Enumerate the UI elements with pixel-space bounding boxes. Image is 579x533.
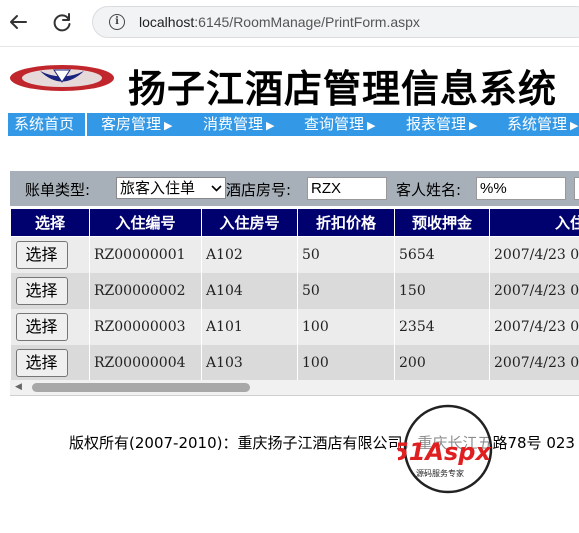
room-cell: A102 [201, 236, 298, 273]
select-cell: 选择 [10, 273, 90, 309]
column-header-discount-price: 折扣价格 [297, 208, 395, 237]
back-arrow-icon[interactable] [4, 8, 32, 36]
checkin-table: 选择 入住编号 入住房号 折扣价格 预收押金 入住 选择 RZ00000001 … [10, 208, 579, 380]
menu-home[interactable]: 系统首页 [14, 113, 74, 136]
discount-price-cell: 100 [297, 309, 395, 345]
menu-report[interactable]: 报表管理 ▶ [406, 113, 477, 136]
menu-arrow-icon: ▶ [164, 119, 173, 132]
table-row: 选择 RZ00000002 A104 50 150 2007/4/23 0 [10, 273, 579, 309]
discount-price-cell: 50 [297, 273, 395, 309]
deposit-cell: 200 [394, 345, 490, 380]
address-bar[interactable]: i localhost:6145/RoomManage/PrintForm.as… [92, 6, 579, 38]
watermark-brand: 51Aspx [398, 438, 492, 466]
checkin-id-cell: RZ00000004 [89, 345, 202, 380]
bill-type-label: 账单类型: [25, 181, 91, 199]
checkin-id-cell: RZ00000002 [89, 273, 202, 309]
watermark-tagline: 源码服务专家 [416, 468, 464, 478]
main-menu: 系统首页 客房管理 ▶ 消费管理 ▶ 查询管理 ▶ 报表管理 ▶ 系统管理 ▶ [8, 113, 579, 136]
chevron-down-icon [211, 178, 222, 205]
horizontal-scrollbar[interactable]: ◀ [10, 380, 579, 395]
scrollbar-thumb[interactable] [32, 383, 250, 392]
checkin-time-cell: 2007/4/23 0 [489, 345, 579, 380]
copyright-footer: 版权所有(2007-2010)：重庆扬子江酒店有限公司，重庆长江五路78号 02… [69, 434, 575, 452]
menu-query[interactable]: 查询管理 ▶ [304, 113, 375, 136]
watermark-logo: 51Aspx 源码服务专家 [392, 404, 498, 494]
bill-type-value: 旅客入住单 [120, 179, 196, 197]
column-header-checkin-id: 入住编号 [89, 208, 202, 237]
checkin-id-cell: RZ00000003 [89, 309, 202, 345]
menu-arrow-icon: ▶ [570, 119, 579, 132]
discount-price-cell: 100 [297, 345, 395, 380]
site-title: 扬子江酒店管理信息系统 [128, 67, 558, 111]
search-panel: 账单类型: 旅客入住单 酒店房号: RZX 客人姓名: %% [10, 171, 579, 206]
select-cell: 选择 [10, 236, 90, 273]
table-row: 选择 RZ00000001 A102 50 5654 2007/4/23 0 [10, 236, 579, 273]
guest-name-input[interactable]: %% [476, 177, 566, 200]
room-number-input[interactable]: RZX [307, 177, 387, 200]
checkin-time-cell: 2007/4/23 0 [489, 273, 579, 309]
select-cell: 选择 [10, 345, 90, 380]
checkin-time-cell: 2007/4/23 0 [489, 309, 579, 345]
menu-arrow-icon: ▶ [367, 119, 376, 132]
menu-arrow-icon: ▶ [266, 119, 275, 132]
menu-room[interactable]: 客房管理 ▶ [101, 113, 172, 136]
select-button[interactable]: 选择 [15, 277, 68, 305]
url-text[interactable]: localhost:6145/RoomManage/PrintForm.aspx [139, 14, 420, 30]
hotel-logo [10, 62, 120, 94]
column-header-select: 选择 [10, 208, 90, 237]
room-cell: A103 [201, 345, 298, 380]
menu-arrow-icon: ▶ [469, 119, 478, 132]
next-search-field[interactable] [574, 177, 579, 200]
divider [10, 395, 579, 396]
menu-divider [85, 113, 87, 136]
menu-system[interactable]: 系统管理 ▶ [507, 113, 578, 136]
table-row: 选择 RZ00000004 A103 100 200 2007/4/23 0 [10, 345, 579, 380]
deposit-cell: 2354 [394, 309, 490, 345]
discount-price-cell: 50 [297, 236, 395, 273]
select-cell: 选择 [10, 309, 90, 345]
reload-icon[interactable] [48, 8, 76, 36]
room-number-label: 酒店房号: [226, 181, 292, 199]
room-cell: A101 [201, 309, 298, 345]
table-header-row: 选择 入住编号 入住房号 折扣价格 预收押金 入住 [10, 208, 579, 237]
browser-toolbar: i localhost:6145/RoomManage/PrintForm.as… [0, 0, 579, 47]
table-row: 选择 RZ00000003 A101 100 2354 2007/4/23 0 [10, 309, 579, 345]
guest-name-label: 客人姓名: [396, 181, 462, 199]
column-header-checkin-time: 入住 [489, 208, 579, 237]
select-button[interactable]: 选择 [15, 313, 68, 341]
column-header-deposit: 预收押金 [394, 208, 490, 237]
room-cell: A104 [201, 273, 298, 309]
site-info-icon[interactable]: i [109, 14, 125, 30]
menu-consume[interactable]: 消费管理 ▶ [203, 113, 274, 136]
select-button[interactable]: 选择 [15, 349, 68, 377]
bill-type-select[interactable]: 旅客入住单 [116, 177, 226, 199]
select-button[interactable]: 选择 [15, 241, 68, 269]
deposit-cell: 5654 [394, 236, 490, 273]
checkin-id-cell: RZ00000001 [89, 236, 202, 273]
checkin-time-cell: 2007/4/23 0 [489, 236, 579, 273]
scroll-left-icon[interactable]: ◀ [15, 382, 22, 392]
deposit-cell: 150 [394, 273, 490, 309]
column-header-room: 入住房号 [201, 208, 298, 237]
